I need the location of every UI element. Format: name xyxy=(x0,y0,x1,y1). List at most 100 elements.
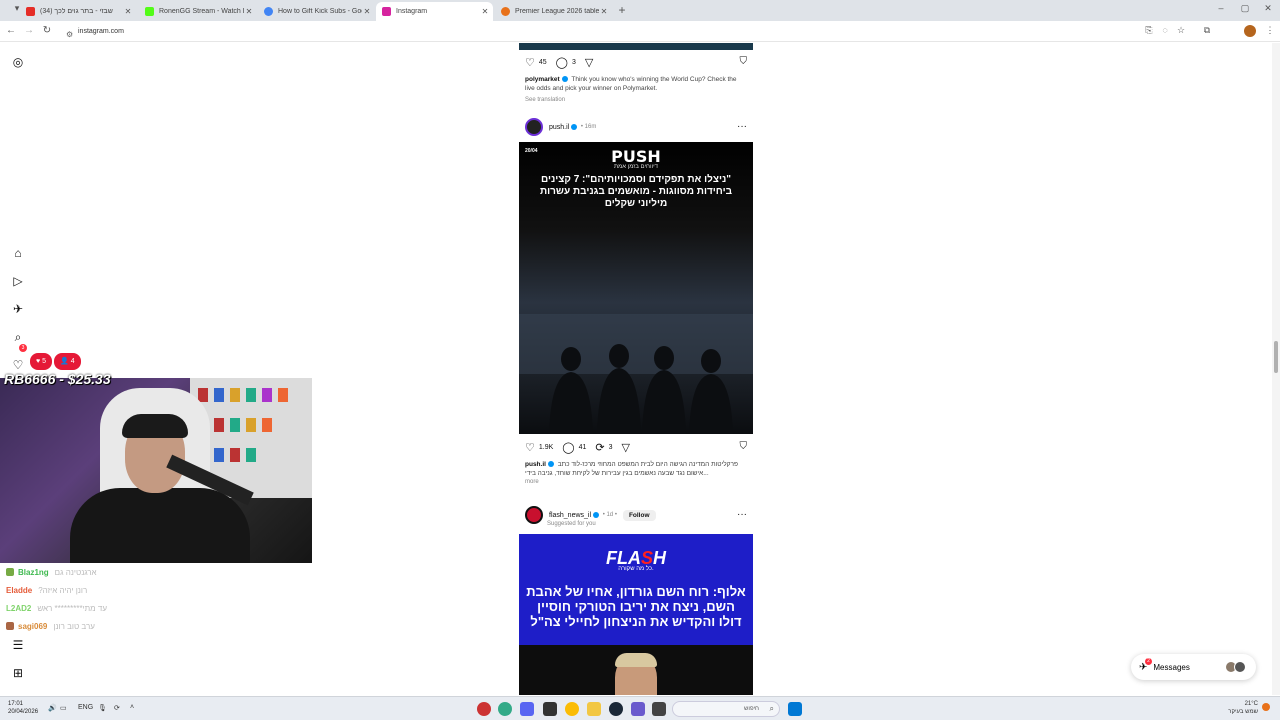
like-count[interactable]: 45 xyxy=(539,59,547,66)
like-icon[interactable]: ♡ xyxy=(525,441,535,454)
like-icon[interactable]: ♡ xyxy=(525,56,535,69)
chat-text: ערב טוב רונן xyxy=(53,621,95,631)
reload-icon[interactable]: ↻ xyxy=(40,25,54,36)
share-icon[interactable]: ▽ xyxy=(622,441,630,454)
weather-widget[interactable]: 21°C שמש בעיקר xyxy=(1212,700,1258,716)
app-icon[interactable] xyxy=(477,702,491,716)
page-scrollbar[interactable] xyxy=(1272,43,1280,695)
new-tab-button[interactable]: + xyxy=(616,3,628,17)
close-icon[interactable]: ✕ xyxy=(123,7,133,16)
share-icon[interactable]: ▽ xyxy=(585,56,593,69)
app-icon[interactable] xyxy=(631,702,645,716)
comment-icon[interactable]: ◯ xyxy=(556,56,568,69)
comment-count[interactable]: 41 xyxy=(579,444,587,451)
kick-icon xyxy=(145,7,154,16)
tab-instagram[interactable]: Instagram ✕ xyxy=(376,2,493,21)
suggested-label: Suggested for you xyxy=(547,521,596,527)
post-image[interactable]: FLASH כל מה שקורה. אלוף: רוח השם גורדון,… xyxy=(519,534,753,695)
direct-icon[interactable]: ✈ xyxy=(10,301,26,317)
chat-message: Eladde רונן יהיה איזה? xyxy=(6,581,306,599)
post-header: push.il • 16m ··· xyxy=(525,117,753,137)
post-username[interactable]: flash_news_il xyxy=(549,512,591,519)
tab-kick[interactable]: RonenGG Stream - Watch Live ✕ xyxy=(139,2,257,21)
windows-start-icon[interactable] xyxy=(788,702,802,716)
sync-icon[interactable]: ⟳ xyxy=(114,704,120,712)
see-translation-link[interactable]: See translation xyxy=(525,96,745,105)
tab-search-icon[interactable]: ▾ xyxy=(9,3,25,14)
site-info-icon[interactable]: ⚙ xyxy=(66,27,73,42)
close-icon[interactable]: ✕ xyxy=(362,7,372,16)
tab-youtube[interactable]: שבזי - בתר גוים לכך (34) ✕ xyxy=(20,2,136,21)
donation-alert: RB6666 - $25.33 xyxy=(4,371,111,387)
caption-username[interactable]: polymarket xyxy=(525,76,560,83)
discord-icon[interactable] xyxy=(520,702,534,716)
extensions-icon[interactable]: ⧉ xyxy=(1201,25,1213,36)
stream-stats: ♥ 5 👤 4 xyxy=(30,353,83,370)
network-icon[interactable]: ▭ xyxy=(60,704,67,712)
post-username[interactable]: push.il xyxy=(549,124,569,131)
messages-button[interactable]: ✈ 2 Messages xyxy=(1131,654,1256,680)
minimize-icon[interactable]: – xyxy=(1213,3,1229,13)
messages-badge: 2 xyxy=(1145,657,1152,665)
hide-icon[interactable]: ◌ xyxy=(1159,25,1171,35)
mic-icon[interactable]: 🎙 xyxy=(98,704,107,712)
more-menu-icon[interactable]: ☰ xyxy=(10,637,26,653)
verified-icon xyxy=(571,124,578,130)
save-icon[interactable]: ⛉ xyxy=(740,441,748,452)
caption-username[interactable]: push.il xyxy=(525,461,546,468)
reels-icon[interactable]: ▷ xyxy=(10,273,26,289)
taskbar-search[interactable]: חיפוש ⌕ xyxy=(672,701,780,717)
chrome-icon[interactable] xyxy=(565,702,579,716)
also-from-meta-icon[interactable]: ⊞ xyxy=(10,665,26,681)
install-icon[interactable]: ⎘ xyxy=(1143,25,1155,36)
headset-icon[interactable] xyxy=(543,702,557,716)
clock[interactable]: 17:01 20/04/2026 xyxy=(8,700,38,716)
close-icon[interactable]: ✕ xyxy=(599,7,609,16)
caption-text: פרקליטות המדינה הגישה היום לבית המשפט המ… xyxy=(525,461,738,477)
logo-part: H xyxy=(653,548,666,568)
maximize-icon[interactable]: ▢ xyxy=(1237,3,1253,14)
close-window-icon[interactable]: ✕ xyxy=(1260,3,1276,14)
tab-google[interactable]: How to Gift Kick Subs - Google ✕ xyxy=(258,2,375,21)
post-image[interactable]: 20/04 PUSH דיווחים בזמן אמת "ניצלו את תפ… xyxy=(519,142,753,434)
avatar[interactable] xyxy=(525,506,543,524)
chat-message: L2AD2 עד מתי********* ראש xyxy=(6,599,306,617)
more-link[interactable]: more xyxy=(525,478,745,487)
search-icon[interactable]: ⌕ xyxy=(10,329,26,345)
instagram-logo-icon[interactable]: ◎ xyxy=(10,54,26,70)
app-icon[interactable] xyxy=(498,702,512,716)
post-time: 1d xyxy=(606,512,614,518)
comment-icon[interactable]: ◯ xyxy=(562,441,574,454)
chat-username: Eladde xyxy=(6,585,33,595)
comment-count[interactable]: 3 xyxy=(572,59,576,66)
url-field[interactable]: ⚙ instagram.com xyxy=(60,24,1140,39)
app-icon[interactable] xyxy=(652,702,666,716)
tab-premier-league[interactable]: Premier League 2026 table, fix ✕ xyxy=(495,2,612,21)
more-options-icon[interactable]: ··· xyxy=(737,121,747,132)
repost-icon[interactable]: ⟳ xyxy=(595,441,604,454)
file-explorer-icon[interactable] xyxy=(587,702,601,716)
steam-icon[interactable] xyxy=(609,702,623,716)
bookmark-star-icon[interactable]: ☆ xyxy=(1175,25,1187,36)
avatar[interactable] xyxy=(525,118,543,136)
like-count[interactable]: 1.9K xyxy=(539,444,553,451)
back-icon[interactable]: ← xyxy=(4,25,18,36)
profile-avatar[interactable] xyxy=(1244,25,1256,37)
language-indicator[interactable]: ENG xyxy=(78,704,93,711)
volume-icon[interactable]: 🔊 xyxy=(48,704,57,712)
forward-icon[interactable]: → xyxy=(22,25,36,36)
menu-icon[interactable]: ⋮ xyxy=(1264,25,1276,36)
tray-chevron-icon[interactable]: ˄ xyxy=(130,704,134,711)
chat-badge-icon xyxy=(6,622,14,630)
more-options-icon[interactable]: ··· xyxy=(737,509,747,520)
save-icon[interactable]: ⛉ xyxy=(740,56,748,67)
home-icon[interactable]: ⌂ xyxy=(10,245,26,261)
address-bar-row: ← → ↻ ⚙ instagram.com ⎘ ◌ ☆ ⧉ ⋮ xyxy=(0,21,1280,42)
follow-button[interactable]: Follow xyxy=(622,509,656,521)
post-caption: polymarket Think you know who's winning … xyxy=(525,75,745,93)
close-icon[interactable]: ✕ xyxy=(244,7,254,16)
scrollbar-thumb[interactable] xyxy=(1274,341,1278,373)
tab-strip: שבזי - בתר גוים לכך (34) ✕ RonenGG Strea… xyxy=(0,0,1280,21)
close-icon[interactable]: ✕ xyxy=(480,7,490,16)
repost-count[interactable]: 3 xyxy=(609,444,613,451)
